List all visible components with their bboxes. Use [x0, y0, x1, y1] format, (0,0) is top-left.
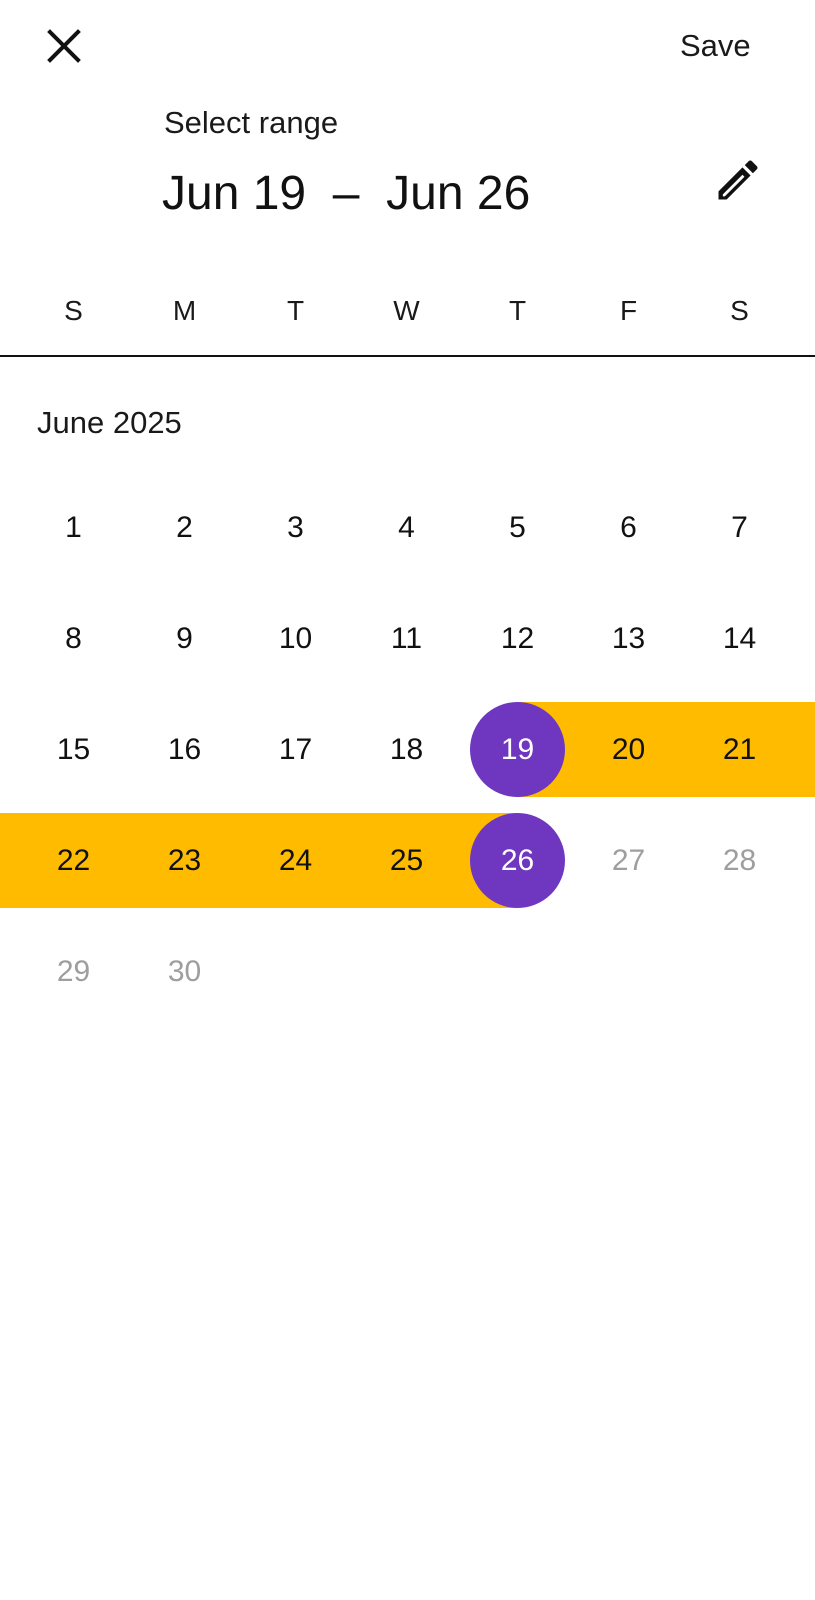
range-label: Select range	[164, 105, 339, 140]
day-cell-8[interactable]: 8	[18, 591, 129, 686]
weekday-label: W	[393, 295, 420, 326]
day-number: 25	[389, 844, 424, 877]
day-number: 23	[167, 844, 202, 877]
divider	[0, 355, 815, 357]
day-cell-23[interactable]: 23	[129, 813, 240, 908]
day-number: 30	[167, 955, 202, 988]
day-number: 19	[500, 733, 535, 766]
day-number: 29	[56, 955, 91, 988]
day-number: 11	[390, 622, 423, 655]
day-cell-24[interactable]: 24	[240, 813, 351, 908]
day-number: 3	[287, 511, 304, 544]
day-number: 17	[278, 733, 313, 766]
day-cell-28: 28	[684, 813, 795, 908]
day-number: 5	[509, 511, 526, 544]
day-cell-19[interactable]: 19	[462, 702, 573, 797]
day-number: 24	[278, 844, 313, 877]
day-cell-12[interactable]: 12	[462, 591, 573, 686]
day-number: 18	[389, 733, 424, 766]
month-title: June 2025	[37, 405, 182, 440]
day-cell-13[interactable]: 13	[573, 591, 684, 686]
day-cell-3[interactable]: 3	[240, 480, 351, 575]
day-cell-1[interactable]: 1	[18, 480, 129, 575]
day-cell-5[interactable]: 5	[462, 480, 573, 575]
day-number: 6	[620, 511, 637, 544]
day-number: 1	[65, 511, 82, 544]
day-cell-22[interactable]: 22	[18, 813, 129, 908]
weekday-label: T	[508, 295, 527, 326]
day-number: 2	[176, 511, 193, 544]
edit-range-button[interactable]	[712, 154, 764, 206]
weekday-label: M	[172, 295, 197, 326]
day-number: 16	[167, 733, 202, 766]
day-number: 15	[56, 733, 91, 766]
weekday-header: SMTWTFS	[18, 286, 798, 336]
close-icon	[47, 29, 81, 63]
day-cell-29: 29	[18, 924, 129, 1019]
day-cell-30: 30	[129, 924, 240, 1019]
day-cell-15[interactable]: 15	[18, 702, 129, 797]
day-number: 22	[56, 844, 91, 877]
day-number: 14	[722, 622, 757, 655]
day-number: 12	[500, 622, 535, 655]
selected-range-text: Jun 19 – Jun 26	[162, 167, 531, 220]
day-cell-6[interactable]: 6	[573, 480, 684, 575]
day-number: 20	[611, 733, 646, 766]
day-cell-25[interactable]: 25	[351, 813, 462, 908]
day-cell-27: 27	[573, 813, 684, 908]
day-number: 4	[398, 511, 415, 544]
day-number: 28	[722, 844, 757, 877]
day-cell-2[interactable]: 2	[129, 480, 240, 575]
day-cell-17[interactable]: 17	[240, 702, 351, 797]
day-cell-16[interactable]: 16	[129, 702, 240, 797]
day-number: 8	[65, 622, 82, 655]
day-number: 13	[611, 622, 646, 655]
weekday-label: S	[730, 295, 749, 326]
day-number: 21	[722, 733, 757, 766]
day-cell-21[interactable]: 21	[684, 702, 795, 797]
day-cell-11[interactable]: 11	[351, 591, 462, 686]
day-cell-7[interactable]: 7	[684, 480, 795, 575]
day-cell-9[interactable]: 9	[129, 591, 240, 686]
day-number: 26	[500, 844, 535, 877]
day-cell-26[interactable]: 26	[462, 813, 573, 908]
day-cell-14[interactable]: 14	[684, 591, 795, 686]
weekday-label: S	[64, 295, 83, 326]
day-cell-20[interactable]: 20	[573, 702, 684, 797]
day-number: 9	[176, 622, 193, 655]
day-number: 7	[731, 511, 748, 544]
weekday-label: F	[619, 295, 638, 326]
weekday-label: T	[286, 295, 305, 326]
day-number: 10	[278, 622, 313, 655]
day-number: 27	[611, 844, 646, 877]
save-button[interactable]: Save	[680, 24, 780, 68]
pencil-icon	[718, 160, 758, 200]
close-button[interactable]	[38, 20, 90, 72]
day-cell-4[interactable]: 4	[351, 480, 462, 575]
day-cell-10[interactable]: 10	[240, 591, 351, 686]
day-cell-18[interactable]: 18	[351, 702, 462, 797]
